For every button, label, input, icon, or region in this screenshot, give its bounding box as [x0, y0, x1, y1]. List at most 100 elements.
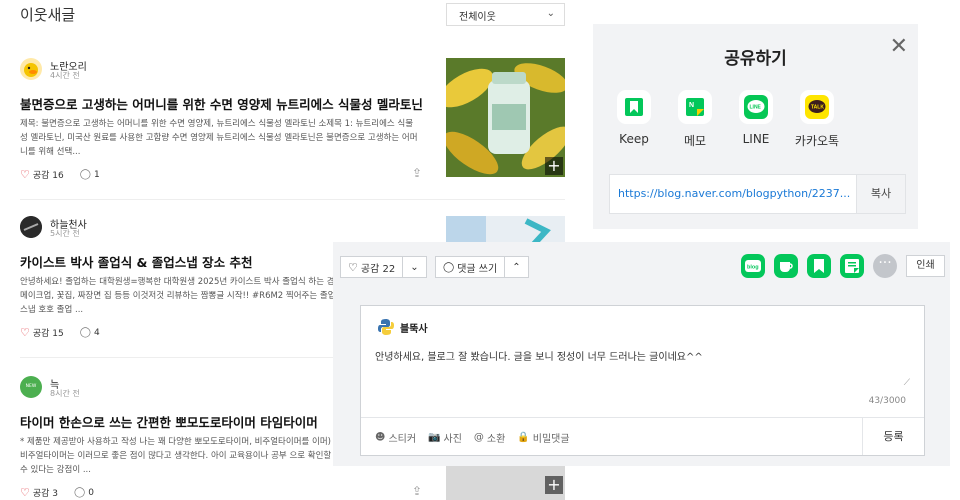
plus-icon[interactable]: + [545, 157, 563, 175]
cafe-share-button[interactable] [774, 254, 798, 278]
python-logo-icon [378, 319, 394, 335]
post-thumbnail[interactable]: + [446, 58, 565, 177]
comment-count: 0 [88, 487, 94, 498]
post-title[interactable]: 카이스트 박사 졸업식 & 졸업스냅 장소 추천 [20, 252, 253, 271]
post-excerpt[interactable]: 안녕하세요! 졸업하는 대학원생=행복한 대학원생 2025년 카이스트 박사 … [20, 275, 336, 317]
like-count: 공감 15 [32, 329, 64, 339]
copy-button[interactable]: 복사 [856, 175, 905, 213]
commenter-name: 블뚝사 [400, 323, 428, 335]
share-icon[interactable]: ⇪ [412, 166, 422, 180]
post-title[interactable]: 타이머 한손으로 쓰는 간편한 뽀모도로타이머 타임타이머 [20, 412, 318, 431]
post-excerpt[interactable]: * 제품만 제공받아 사용하고 작성 나는 꽤 다양한 뽀모도로타이머, 비주얼… [20, 435, 338, 477]
post-excerpt[interactable]: 제목: 불면증으로 고생하는 어머니를 위한 수면 영양제, 뉴트리에스 식물성… [20, 117, 420, 159]
tool-label: 비밀댓글 [532, 434, 570, 445]
comment-count: 1 [93, 169, 100, 180]
svg-text:TALK: TALK [811, 105, 824, 111]
heart-icon: ♡ [20, 486, 30, 499]
share-service-label: 카카오톡 [794, 134, 840, 148]
comment-bubble-icon: ◯ [74, 487, 86, 498]
share-line-button[interactable]: LINE LINE [731, 90, 781, 146]
share-service-label: LINE [742, 132, 770, 146]
submit-button[interactable]: 등록 [862, 418, 924, 455]
comment-bubble-icon: ◯ [79, 169, 91, 180]
keep-share-button[interactable] [807, 254, 831, 278]
heart-icon: ♡ [20, 168, 30, 181]
comment-bubble-icon: ◯ [443, 261, 455, 273]
like-button[interactable]: ♡ 공감 22 [341, 257, 402, 277]
character-count: 43/3000 [868, 396, 906, 406]
blog-share-button[interactable]: blog [741, 254, 765, 278]
photo-button[interactable]: 📷 사진 [428, 430, 462, 445]
post-time: 8시간 전 [50, 389, 80, 398]
svg-text:N: N [689, 102, 694, 109]
like-pill: ♡ 공감 22 ⌄ [340, 256, 427, 278]
post-time: 4시간 전 [50, 71, 80, 80]
comment-editor: 블뚝사 안녕하세요, 블로그 잘 봤습니다. 글을 보니 정성이 너무 드러나는… [360, 305, 925, 456]
svg-text:LINE: LINE [750, 105, 762, 111]
line-icon: LINE [739, 90, 773, 124]
post-meta: ♡ 공감 15 ◯ 4 [20, 326, 100, 339]
comment-textarea[interactable]: 안녕하세요, 블로그 잘 봤습니다. 글을 보니 정성이 너무 드러나는 글이네… [375, 348, 703, 363]
share-service-label: Keep [619, 132, 649, 146]
commenter: 블뚝사 [377, 318, 428, 336]
tool-label: 사진 [443, 434, 462, 445]
share-memo-button[interactable]: N 메모 [670, 90, 720, 149]
write-comment-label: 댓글 쓰기 [457, 263, 498, 275]
comment-collapse-toggle[interactable]: ⌃ [505, 257, 527, 277]
comment-pill: ◯ 댓글 쓰기 ⌃ [435, 256, 529, 278]
neighbor-filter-select[interactable]: 전체이웃 ⌄ [446, 3, 565, 26]
avatar-text: NEW [25, 384, 37, 389]
post-title[interactable]: 불면증으로 고생하는 어머니를 위한 수면 영양제 뉴트리에스 식물성 멜라토닌 [20, 94, 423, 113]
kakaotalk-icon: TALK [800, 90, 834, 124]
avatar[interactable] [20, 58, 42, 80]
feed-post[interactable]: 노란오리 4시간 전 불면증으로 고생하는 어머니를 위한 수면 영양제 뉴트리… [20, 58, 565, 188]
camera-icon: 📷 [428, 432, 441, 443]
blog-icon: blog [745, 260, 761, 272]
comment-button[interactable]: ◯ 4 [80, 327, 100, 338]
comment-bubble-icon: ◯ [79, 327, 91, 338]
heart-outline-icon: ♡ [348, 260, 358, 274]
share-keep-button[interactable]: Keep [609, 90, 659, 146]
secret-comment-toggle[interactable]: 🔒 비밀댓글 [517, 430, 569, 445]
like-list-toggle[interactable]: ⌄ [403, 257, 425, 277]
chevron-down-icon: ⌄ [546, 8, 555, 19]
more-icon[interactable]: ··· [873, 254, 897, 278]
tool-label: 소환 [486, 434, 506, 445]
sticker-icon: ☻ [375, 432, 386, 443]
share-url[interactable]: https://blog.naver.com/blogpython/2237..… [618, 187, 854, 200]
like-button[interactable]: ♡ 공감 16 [20, 168, 64, 181]
lock-icon: 🔒 [517, 432, 530, 443]
post-time: 5시간 전 [50, 229, 80, 238]
share-icon[interactable]: ⇪ [412, 484, 422, 498]
post-thumbnail[interactable]: + [446, 466, 565, 500]
plus-icon[interactable]: + [545, 476, 563, 494]
comment-panel: ♡ 공감 22 ⌄ ◯ 댓글 쓰기 ⌃ blog ··· 인쇄 블뚝사 안녕하세… [333, 242, 950, 466]
svg-text:blog: blog [747, 265, 759, 271]
print-button[interactable]: 인쇄 [906, 255, 945, 277]
like-button[interactable]: ♡ 공감 15 [20, 326, 64, 339]
sticker-button[interactable]: ☻ 스티커 [375, 430, 416, 445]
comment-tools: ☻ 스티커 📷 사진 @ 소환 🔒 비밀댓글 [375, 430, 570, 445]
comment-toolbar: ☻ 스티커 📷 사진 @ 소환 🔒 비밀댓글 등록 [361, 417, 924, 455]
like-label: 공감 22 [360, 263, 396, 275]
like-count: 공감 16 [32, 171, 64, 181]
avatar[interactable]: NEW [20, 376, 42, 398]
memo-icon [845, 259, 859, 273]
comment-button[interactable]: ◯ 1 [80, 169, 100, 180]
memo-share-button[interactable] [840, 254, 864, 278]
heart-icon: ♡ [20, 326, 30, 339]
write-comment-button[interactable]: ◯ 댓글 쓰기 [436, 257, 504, 277]
avatar[interactable] [20, 216, 42, 238]
share-panel: 공유하기 ✕ Keep N 메모 LINE LINE TALK 카카오톡 htt… [593, 24, 918, 229]
keep-icon [814, 259, 824, 273]
memo-icon: N [678, 90, 712, 124]
comment-button[interactable]: ◯ 0 [74, 487, 94, 498]
filter-selected-value: 전체이웃 [459, 12, 496, 23]
like-button[interactable]: ♡ 공감 3 [20, 486, 58, 499]
at-icon: @ [473, 432, 484, 443]
close-icon[interactable]: ✕ [890, 36, 908, 58]
mention-button[interactable]: @ 소환 [474, 430, 505, 445]
like-count: 공감 3 [32, 489, 59, 499]
resize-handle-icon[interactable]: ⟋ [904, 378, 910, 388]
share-kakaotalk-button[interactable]: TALK 카카오톡 [792, 90, 842, 149]
